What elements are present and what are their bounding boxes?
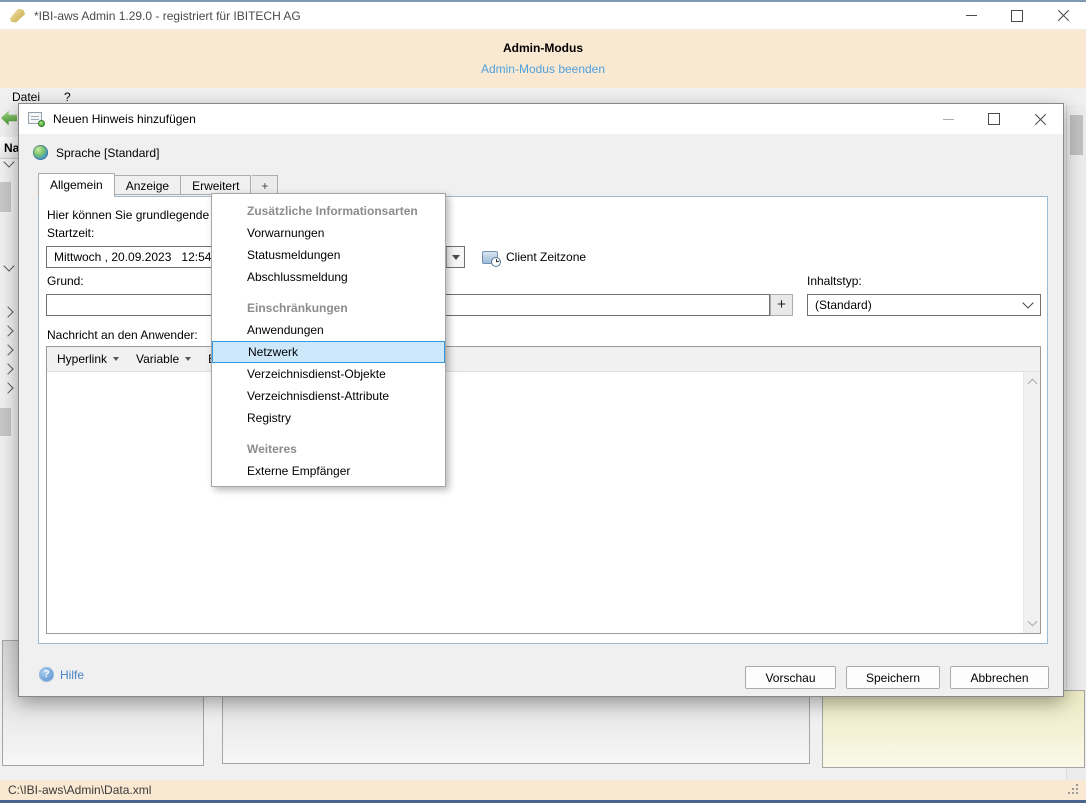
speichern-button[interactable]: Speichern — [846, 666, 940, 689]
menu-item-statusmeldungen[interactable]: Statusmeldungen — [212, 244, 445, 266]
tab-page-allgemein: Hier können Sie grundlegende Ei Startzei… — [38, 196, 1048, 644]
menu-item-netzwerk-selected[interactable]: Netzwerk — [212, 341, 445, 363]
side-scroll-thumb[interactable] — [0, 182, 11, 212]
variable-label: Variable — [136, 352, 179, 366]
menu-item-registry[interactable]: Registry — [212, 407, 445, 429]
menu-section-header: Weiteres — [212, 438, 445, 460]
dropdown-arrow-icon — [113, 357, 119, 361]
inhaltstyp-label: Inhaltstyp: — [807, 274, 862, 288]
screen: *IBI-aws Admin 1.29.0 - registriert für … — [0, 0, 1086, 803]
add-content-menu: Zusätzliche Informationsarten Vorwarnung… — [211, 193, 446, 487]
startzeit-dropdown-button[interactable] — [446, 247, 464, 267]
menu-item-datei[interactable]: Datei — [12, 90, 40, 104]
dropdown-arrow-icon — [185, 357, 191, 361]
close-button[interactable] — [1040, 2, 1086, 29]
menu-item-anwendungen[interactable]: Anwendungen — [212, 319, 445, 341]
chevron-down-icon — [1022, 297, 1033, 308]
dialog-titlebar: Neuen Hinweis hinzufügen — [19, 104, 1063, 134]
menu-item-vorwarnungen[interactable]: Vorwarnungen — [212, 222, 445, 244]
status-path: C:\IBI-aws\Admin\Data.xml — [8, 783, 151, 797]
minimize-icon — [943, 119, 954, 120]
maximize-button[interactable] — [994, 2, 1040, 29]
minimize-button[interactable] — [948, 2, 994, 29]
statusbar: C:\IBI-aws\Admin\Data.xml — [0, 780, 1086, 800]
editor-toolbar: Hyperlink Variable Be — [47, 347, 1040, 372]
client-timezone-label: Client Zeitzone — [506, 250, 586, 264]
scroll-up-icon[interactable] — [1028, 379, 1038, 389]
dialog-maximize-button[interactable] — [971, 105, 1017, 134]
language-selector[interactable]: Sprache [Standard] — [33, 145, 159, 160]
inhaltstyp-select[interactable]: (Standard) — [807, 294, 1041, 316]
globe-icon — [33, 145, 48, 160]
dialog-close-button[interactable] — [1017, 105, 1063, 134]
close-icon — [1057, 9, 1070, 22]
dialog-neuer-hinweis: Neuen Hinweis hinzufügen Sprache [Standa… — [18, 103, 1064, 697]
admin-mode-title: Admin-Modus — [0, 30, 1086, 55]
dialog-icon — [28, 112, 44, 126]
client-timezone: Client Zeitzone — [482, 246, 586, 268]
app-titlebar: *IBI-aws Admin 1.29.0 - registriert für … — [0, 0, 1086, 30]
hyperlink-dropdown[interactable]: Hyperlink — [57, 352, 119, 366]
right-scrollbar[interactable] — [1066, 105, 1086, 780]
menu-gap — [212, 429, 445, 438]
nachricht-label: Nachricht an den Anwender: — [47, 328, 198, 342]
admin-mode-exit-link[interactable]: Admin-Modus beenden — [481, 62, 605, 76]
menu-section-header: Zusätzliche Informationsarten — [212, 200, 445, 222]
help-link[interactable]: ? Hilfe — [39, 667, 84, 682]
maximize-icon — [1011, 10, 1023, 22]
scroll-down-icon[interactable] — [1028, 617, 1038, 627]
help-icon: ? — [39, 667, 54, 682]
language-label: Sprache [Standard] — [56, 146, 159, 160]
tab-erweitert[interactable]: Erweitert — [181, 175, 251, 195]
startzeit-value: Mittwoch , 20.09.2023 12:54 — [47, 250, 211, 264]
grund-add-button[interactable]: + — [770, 294, 793, 316]
intro-text: Hier können Sie grundlegende Ei — [47, 208, 223, 222]
app-window-controls — [948, 2, 1086, 29]
menu-item-abschlussmeldung[interactable]: Abschlussmeldung — [212, 266, 445, 288]
grund-label: Grund: — [47, 274, 84, 288]
app-icon — [10, 9, 25, 23]
help-label: Hilfe — [60, 668, 84, 682]
vorschau-button[interactable]: Vorschau — [745, 666, 836, 689]
client-timezone-icon — [482, 251, 498, 264]
abbrechen-button[interactable]: Abbrechen — [950, 666, 1049, 689]
menu-item-externe-empfaenger[interactable]: Externe Empfänger — [212, 460, 445, 482]
tab-allgemein[interactable]: Allgemein — [38, 173, 115, 197]
side-scroll-thumb[interactable] — [0, 408, 11, 436]
menu-gap — [212, 288, 445, 297]
tab-add-button[interactable]: + — [252, 175, 278, 195]
dialog-title: Neuen Hinweis hinzufügen — [53, 112, 196, 126]
minimize-icon — [966, 15, 977, 16]
variable-dropdown[interactable]: Variable — [136, 352, 191, 366]
dialog-minimize-button — [925, 105, 971, 134]
menu-section-header: Einschränkungen — [212, 297, 445, 319]
menu-item-verzeichnisdienst-attribute[interactable]: Verzeichnisdienst-Attribute — [212, 385, 445, 407]
menu-item-help[interactable]: ? — [64, 90, 71, 104]
tab-anzeige[interactable]: Anzeige — [115, 175, 181, 195]
editor-scrollbar[interactable] — [1023, 372, 1040, 633]
right-scroll-thumb[interactable] — [1070, 115, 1083, 155]
admin-mode-banner: Admin-Modus Admin-Modus beenden — [0, 30, 1086, 88]
dialog-window-controls — [925, 105, 1063, 134]
menu-item-verzeichnisdienst-objekte[interactable]: Verzeichnisdienst-Objekte — [212, 363, 445, 385]
dropdown-arrow-icon — [452, 255, 460, 260]
resize-grip[interactable] — [1068, 784, 1080, 796]
message-editor[interactable]: Hyperlink Variable Be — [46, 346, 1041, 634]
dialog-buttons: Vorschau Speichern Abbrechen — [745, 666, 1049, 689]
background-preview-panel — [822, 690, 1085, 768]
maximize-icon — [988, 113, 1000, 125]
app-title: *IBI-aws Admin 1.29.0 - registriert für … — [34, 9, 301, 23]
inhaltstyp-value: (Standard) — [808, 298, 872, 312]
startzeit-label: Startzeit: — [47, 226, 94, 240]
hyperlink-label: Hyperlink — [57, 352, 107, 366]
close-icon — [1034, 113, 1047, 126]
